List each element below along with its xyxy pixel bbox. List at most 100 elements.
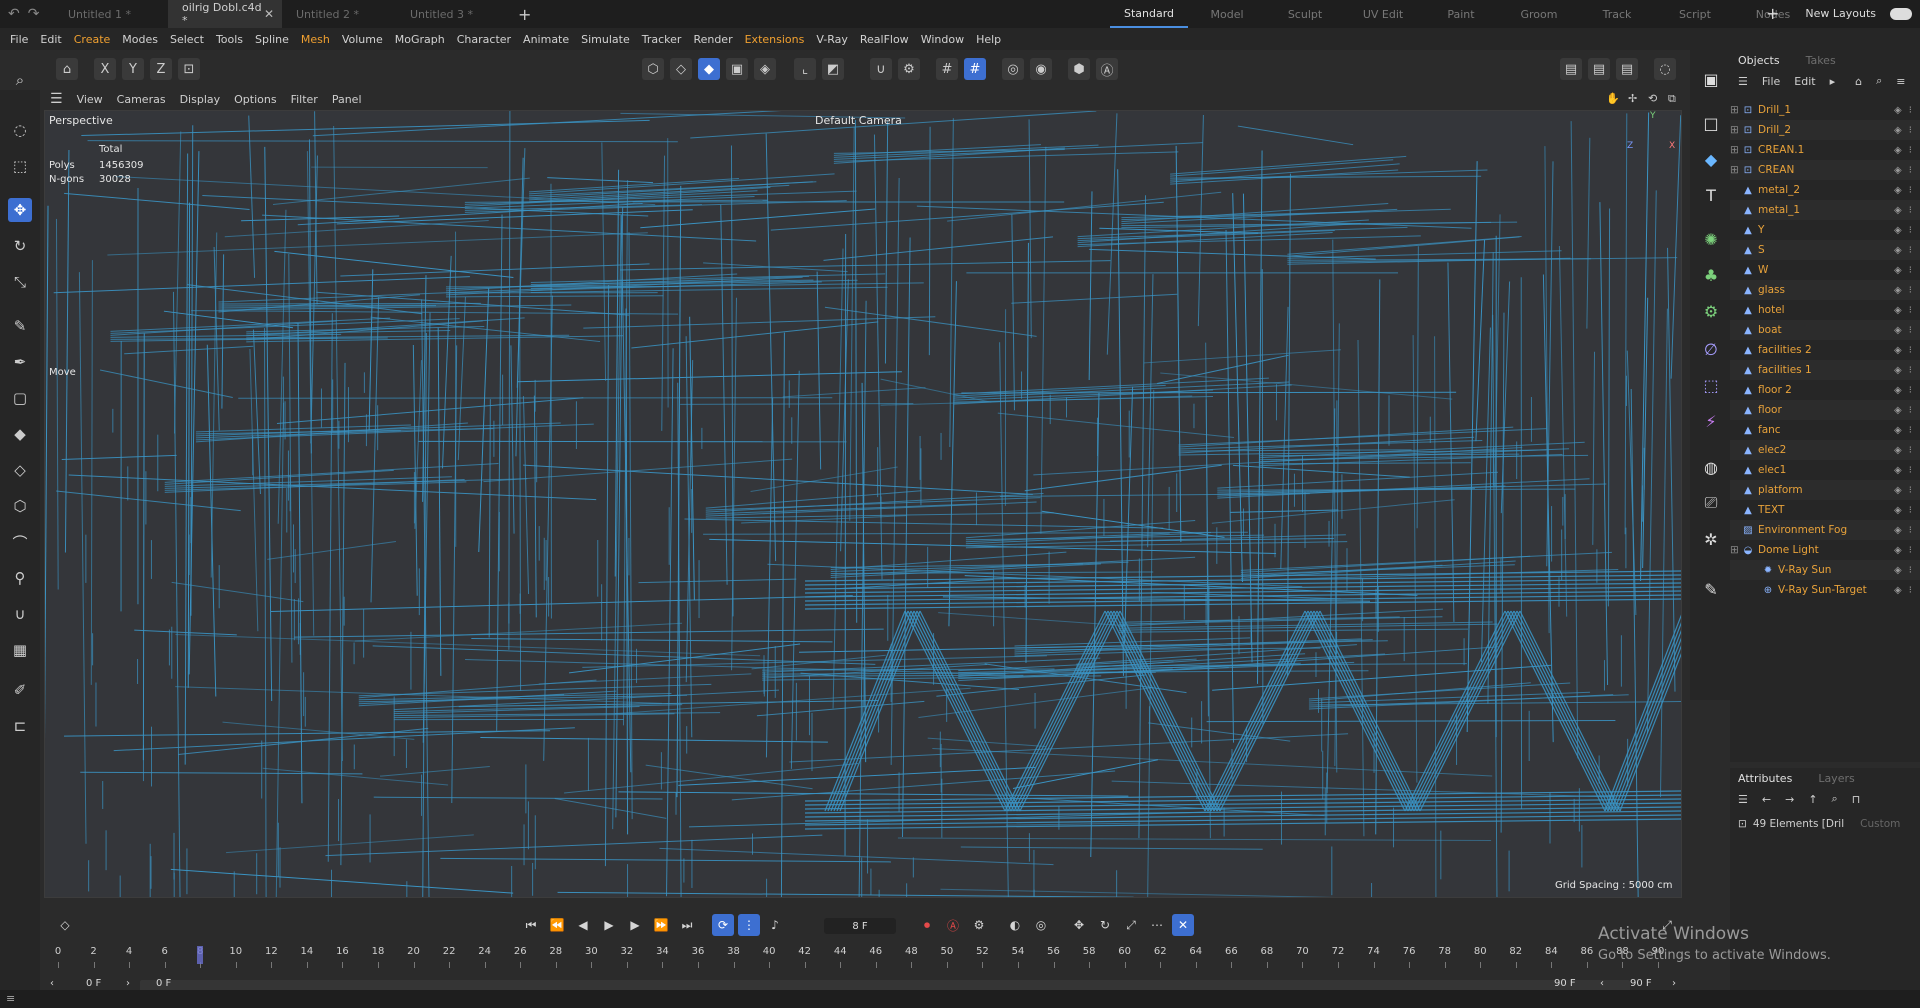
- next-frame-icon[interactable]: ▶: [624, 914, 646, 936]
- key-rotation-icon[interactable]: ◎: [1030, 914, 1052, 936]
- key-move-icon[interactable]: ✥: [1068, 914, 1090, 936]
- model-mode-icon[interactable]: ▣: [726, 58, 748, 80]
- menu-select[interactable]: Select: [164, 33, 210, 46]
- object-row-w[interactable]: ▲ W ◈ ⁝: [1730, 260, 1920, 280]
- keyframe-settings-icon[interactable]: ⚙: [968, 914, 990, 936]
- hamburger-icon[interactable]: ☰: [50, 91, 63, 107]
- key-rotate-icon[interactable]: ↻: [1094, 914, 1116, 936]
- magnet-icon[interactable]: ∪: [870, 58, 892, 80]
- playback-rate-icon[interactable]: ⋮: [738, 914, 760, 936]
- square-icon[interactable]: □: [1698, 110, 1724, 136]
- status-menu-icon[interactable]: ≡: [6, 992, 15, 1005]
- back-icon[interactable]: ←: [1762, 793, 1771, 806]
- previous-frame-icon[interactable]: ◀: [572, 914, 594, 936]
- menu-tools[interactable]: Tools: [210, 33, 249, 46]
- viewport-menu-panel[interactable]: Panel: [332, 93, 362, 106]
- object-row-facilities-2[interactable]: ▲ facilities 2 ◈ ⁝: [1730, 340, 1920, 360]
- field-icon[interactable]: ⬚: [1698, 372, 1724, 398]
- sweep-tool-icon[interactable]: ⊏: [8, 714, 32, 738]
- picture-viewer-icon[interactable]: ◌: [1654, 58, 1676, 80]
- effector-icon[interactable]: ⚡: [1698, 408, 1724, 434]
- menu-mograph[interactable]: MoGraph: [389, 33, 451, 46]
- cube-tool-icon[interactable]: ◆: [8, 422, 32, 446]
- viewport-menu-display[interactable]: Display: [180, 93, 221, 106]
- tab-takes[interactable]: Takes: [1806, 54, 1836, 67]
- object-row-metal-1[interactable]: ▲ metal_1 ◈ ⁝: [1730, 200, 1920, 220]
- menu-create[interactable]: Create: [68, 33, 117, 46]
- object-row-drill-1[interactable]: ⊞ ⊡ Drill_1 ◈ ⁝: [1730, 100, 1920, 120]
- object-row-hotel[interactable]: ▲ hotel ◈ ⁝: [1730, 300, 1920, 320]
- pan-icon[interactable]: ✋: [1606, 92, 1620, 105]
- cloner-icon[interactable]: ♣: [1698, 262, 1724, 288]
- visibility-toggle-icon[interactable]: ◈ ⁝: [1894, 505, 1914, 516]
- texture-mode-icon[interactable]: ◈: [754, 58, 776, 80]
- extrude-tool-icon[interactable]: ⚲: [8, 566, 32, 590]
- text-icon[interactable]: T: [1698, 182, 1724, 208]
- render-region-icon[interactable]: ◎: [1002, 58, 1024, 80]
- object-row-facilities-1[interactable]: ▲ facilities 1 ◈ ⁝: [1730, 360, 1920, 380]
- tab-layers[interactable]: Layers: [1818, 772, 1854, 785]
- layout-groom[interactable]: Groom: [1500, 0, 1578, 28]
- visibility-toggle-icon[interactable]: ◈ ⁝: [1894, 565, 1914, 576]
- undo-tool-icon[interactable]: ⌂: [56, 58, 78, 80]
- expand-icon[interactable]: ⊞: [1730, 144, 1739, 156]
- visibility-toggle-icon[interactable]: ◈ ⁝: [1894, 525, 1914, 536]
- go-to-end-icon[interactable]: ⏭: [676, 914, 698, 936]
- object-row-elec1[interactable]: ▲ elec1 ◈ ⁝: [1730, 460, 1920, 480]
- home-icon[interactable]: ⌂: [1855, 75, 1862, 88]
- object-row-v-ray-sun[interactable]: ✹ V-Ray Sun ◈ ⁝: [1730, 560, 1920, 580]
- previous-key-icon[interactable]: ⏪: [546, 914, 568, 936]
- bridge-tool-icon[interactable]: ⌒: [8, 530, 32, 554]
- visibility-toggle-icon[interactable]: ◈ ⁝: [1894, 185, 1914, 196]
- layout-track[interactable]: Track: [1578, 0, 1656, 28]
- edit-icon[interactable]: ✎: [1698, 576, 1724, 602]
- doc-tab-untitled-3[interactable]: Untitled 3 *: [396, 0, 510, 28]
- snap-grid-icon[interactable]: #: [964, 58, 986, 80]
- axis-y-button[interactable]: Y: [122, 58, 144, 80]
- menu-modes[interactable]: Modes: [116, 33, 164, 46]
- forward-icon[interactable]: →: [1785, 793, 1794, 806]
- object-row-drill-2[interactable]: ⊞ ⊡ Drill_2 ◈ ⁝: [1730, 120, 1920, 140]
- tab-objects[interactable]: Objects: [1738, 54, 1780, 67]
- playhead[interactable]: [197, 946, 204, 964]
- pen-tool-icon[interactable]: ✒: [8, 350, 32, 374]
- expand-icon[interactable]: ⊞: [1730, 164, 1739, 176]
- end-frame-field[interactable]: 90 F: [1630, 978, 1652, 989]
- visibility-toggle-icon[interactable]: ◈ ⁝: [1894, 545, 1914, 556]
- object-row-floor-2[interactable]: ▲ floor 2 ◈ ⁝: [1730, 380, 1920, 400]
- redo-icon[interactable]: ↷: [28, 6, 40, 22]
- search-icon[interactable]: ⌕: [1876, 74, 1882, 88]
- layout-paint[interactable]: Paint: [1422, 0, 1500, 28]
- visibility-toggle-icon[interactable]: ◈ ⁝: [1894, 365, 1914, 376]
- objects-menu-edit[interactable]: Edit: [1794, 75, 1815, 88]
- filter-icon[interactable]: ≡: [1896, 75, 1905, 88]
- layout-script[interactable]: Script: [1656, 0, 1734, 28]
- key-position-icon[interactable]: ◐: [1004, 914, 1026, 936]
- axis-z-button[interactable]: Z: [150, 58, 172, 80]
- object-row-environment-fog[interactable]: ▨ Environment Fog ◈ ⁝: [1730, 520, 1920, 540]
- object-row-crean-1[interactable]: ⊞ ⊡ CREAN.1 ◈ ⁝: [1730, 140, 1920, 160]
- menu-help[interactable]: Help: [970, 33, 1007, 46]
- chevron-right-icon[interactable]: ▸: [1830, 75, 1836, 88]
- object-row-crean[interactable]: ⊞ ⊡ CREAN ◈ ⁝: [1730, 160, 1920, 180]
- doc-tab-oilrig[interactable]: oilrig Dobl.c4d * ✕: [168, 0, 282, 28]
- keyframe-diamond-icon[interactable]: ◇: [54, 914, 76, 936]
- object-row-v-ray-sun-target[interactable]: ⊕ V-Ray Sun-Target ◈ ⁝: [1730, 580, 1920, 600]
- visibility-toggle-icon[interactable]: ◈ ⁝: [1894, 585, 1914, 596]
- workplane-icon[interactable]: ⌞: [794, 58, 816, 80]
- doc-tab-untitled-1[interactable]: Untitled 1 *: [54, 0, 168, 28]
- object-row-s[interactable]: ▲ S ◈ ⁝: [1730, 240, 1920, 260]
- visibility-toggle-icon[interactable]: ◈ ⁝: [1894, 305, 1914, 316]
- viewport-menu-filter[interactable]: Filter: [291, 93, 318, 106]
- camera-label[interactable]: Default Camera: [815, 114, 902, 127]
- orbit-icon[interactable]: ⟲: [1648, 92, 1657, 105]
- magnet-tool-icon[interactable]: ∪: [8, 602, 32, 626]
- grid-icon[interactable]: #: [936, 58, 958, 80]
- next-key-icon[interactable]: ⏩: [650, 914, 672, 936]
- render-to-viewer-icon[interactable]: ▤: [1560, 58, 1582, 80]
- menu-render[interactable]: Render: [687, 33, 738, 46]
- object-row-elec2[interactable]: ▲ elec2 ◈ ⁝: [1730, 440, 1920, 460]
- tab-attributes[interactable]: Attributes: [1738, 772, 1792, 785]
- snap-settings-icon[interactable]: ⚙: [898, 58, 920, 80]
- visibility-toggle-icon[interactable]: ◈ ⁝: [1894, 225, 1914, 236]
